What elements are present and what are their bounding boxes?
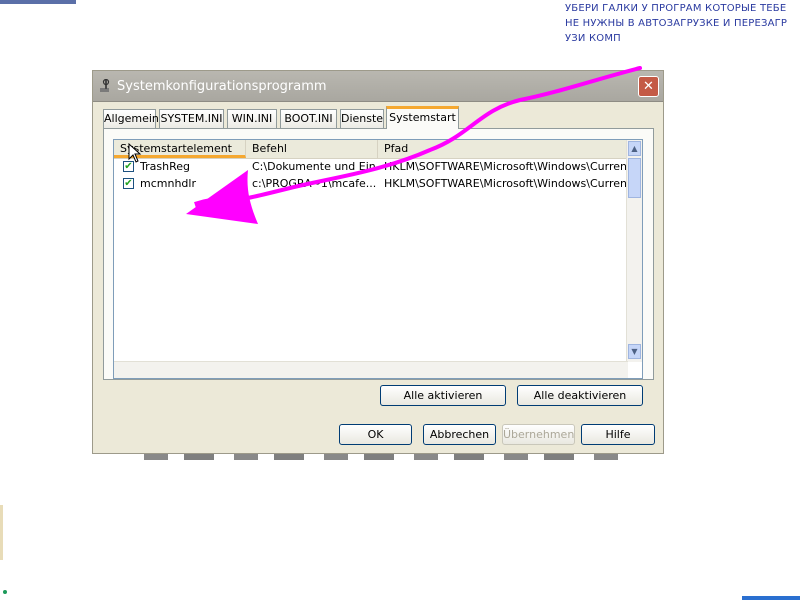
disable-all-button[interactable]: Alle deaktivieren	[517, 385, 643, 406]
tab-boot-ini[interactable]: BOOT.INI	[280, 109, 337, 128]
wrench-icon	[100, 79, 110, 92]
desktop-corner-bar	[0, 0, 76, 4]
systemstart-panel: Systemstartelement Befehl Pfad ✔ TrashRe…	[103, 128, 654, 380]
tab-win-ini[interactable]: WIN.INI	[227, 109, 277, 128]
element-cell: TrashReg	[140, 160, 190, 173]
chevron-down-icon: ▼	[631, 347, 638, 356]
checkmark-icon: ✔	[124, 178, 133, 189]
desktop-edge-strip	[0, 505, 3, 560]
scroll-up-button[interactable]: ▲	[628, 141, 641, 156]
tab-dienste[interactable]: Dienste	[340, 109, 384, 128]
help-button[interactable]: Hilfe	[581, 424, 655, 445]
tab-allgemein[interactable]: Allgemein	[103, 109, 159, 128]
annotation-line: НЕ НУЖНЫ В АВТОЗАГРУЗКЕ И ПЕРЕЗАГР	[565, 18, 788, 29]
column-header-command[interactable]: Befehl	[246, 140, 378, 158]
column-header-path[interactable]: Pfad	[378, 140, 628, 158]
close-button[interactable]: ✕	[638, 76, 659, 97]
tab-systemstart[interactable]: Systemstart	[386, 106, 459, 129]
scroll-thumb[interactable]	[628, 158, 641, 198]
path-cell: HKLM\SOFTWARE\Microsoft\Windows\CurrentV…	[384, 160, 628, 173]
ok-button[interactable]: OK	[339, 424, 412, 445]
command-cell: c:\PROGRA~1\mcafe...	[252, 177, 376, 190]
window-title: Systemkonfigurationsprogramm	[117, 79, 327, 94]
annotation-line: УБЕРИ ГАЛКИ У ПРОГРАМ КОТОРЫЕ ТЕБЕ	[565, 3, 787, 14]
startup-checkbox[interactable]: ✔	[123, 178, 134, 189]
annotation-line: УЗИ КОМП	[565, 33, 621, 44]
horizontal-scrollbar[interactable]	[114, 361, 628, 378]
background-taskbar-fragment	[144, 454, 634, 460]
startup-list[interactable]: Systemstartelement Befehl Pfad ✔ TrashRe…	[113, 139, 643, 379]
vertical-scrollbar[interactable]: ▲ ▼	[626, 140, 642, 362]
enable-all-button[interactable]: Alle aktivieren	[380, 385, 506, 406]
table-row[interactable]: ✔ TrashReg C:\Dokumente und Ein... HKLM\…	[114, 159, 628, 175]
apply-button[interactable]: Übernehmen	[502, 424, 575, 445]
annotation-text: УБЕРИ ГАЛКИ У ПРОГРАМ КОТОРЫЕ ТЕБЕ НЕ НУ…	[565, 1, 797, 46]
path-cell: HKLM\SOFTWARE\Microsoft\Windows\CurrentV…	[384, 177, 628, 190]
msconfig-dialog: Systemkonfigurationsprogramm ✕ Allgemein…	[92, 70, 664, 454]
list-header: Systemstartelement Befehl Pfad	[114, 140, 628, 159]
tab-system-ini[interactable]: SYSTEM.INI	[159, 109, 224, 128]
scroll-down-button[interactable]: ▼	[628, 344, 641, 359]
cancel-button[interactable]: Abbrechen	[423, 424, 496, 445]
desktop-dot	[3, 590, 7, 594]
close-icon: ✕	[643, 79, 654, 94]
chevron-up-icon: ▲	[631, 144, 638, 153]
mouse-cursor-icon	[128, 143, 142, 163]
command-cell: C:\Dokumente und Ein...	[252, 160, 376, 173]
element-cell: mcmnhdlr	[140, 177, 196, 190]
desktop-bottom-bar	[742, 596, 800, 600]
title-bar[interactable]: Systemkonfigurationsprogramm ✕	[93, 71, 663, 102]
table-row[interactable]: ✔ mcmnhdlr c:\PROGRA~1\mcafe... HKLM\SOF…	[114, 176, 628, 192]
